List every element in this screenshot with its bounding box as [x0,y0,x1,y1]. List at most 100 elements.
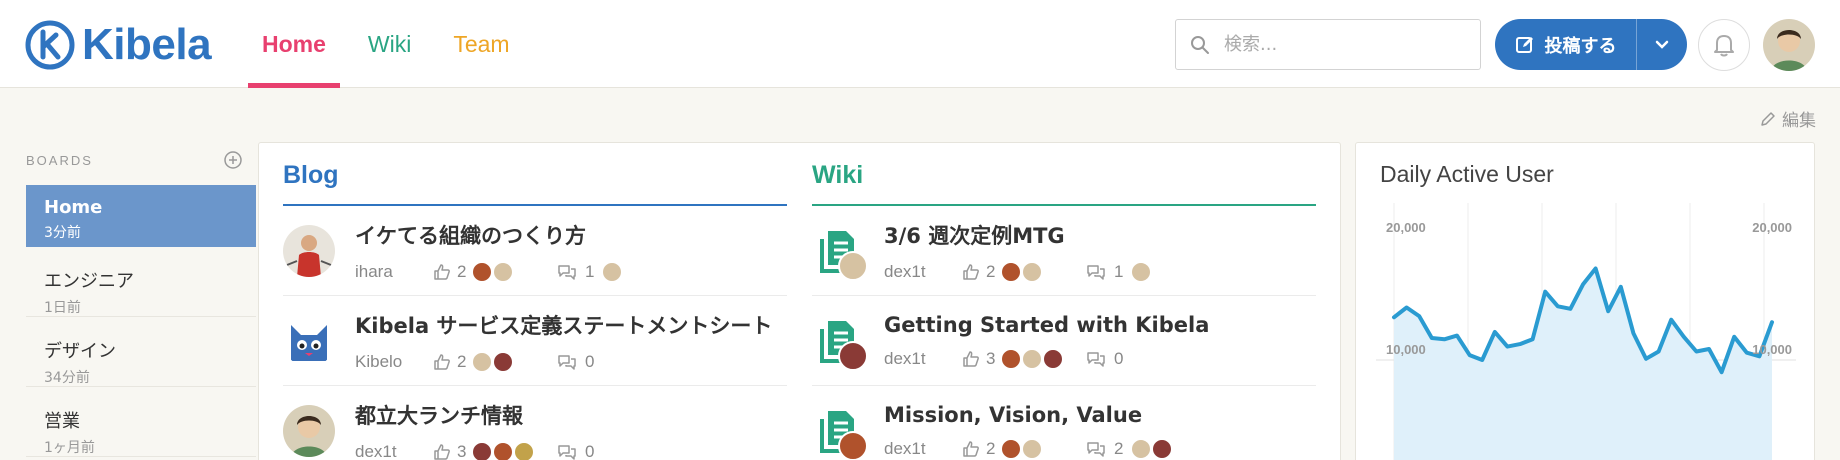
liker-avatar[interactable] [514,441,535,460]
comment-count: 2 [1114,438,1124,458]
post-button-label: 投稿する [1544,35,1617,57]
likes[interactable]: 2 [962,438,1086,459]
comments[interactable]: 2 [1086,438,1173,459]
board-name: デザイン [44,341,116,362]
author-avatar-image [283,404,335,457]
entry-meta: Kibelo 2 0 [355,351,772,372]
author-avatar[interactable] [838,340,868,371]
comment-count: 0 [585,441,595,460]
comments[interactable]: 1 [1086,261,1152,282]
wiki-heading[interactable]: Wiki [812,161,1316,206]
kibela-logo[interactable]: Kibela [24,18,212,72]
liker-avatar[interactable] [472,261,493,282]
comments-icon [1087,441,1105,457]
author-avatar-image [283,224,335,277]
entry-author[interactable]: dex1t [884,349,962,369]
entry-title[interactable]: Mission, Vision, Value [884,403,1173,427]
entry-title[interactable]: Getting Started with Kibela [884,313,1209,337]
comments[interactable]: 0 [557,442,602,460]
likes[interactable]: 2 [962,261,1086,282]
main-nav: Home Wiki Team [248,0,538,88]
comments[interactable]: 0 [1086,349,1131,369]
liker-avatar[interactable] [493,261,514,282]
board-time: 1ヶ月前 [44,440,95,456]
liker-avatar[interactable] [1022,438,1043,459]
liker-avatar[interactable] [1001,348,1022,369]
notifications-button[interactable] [1698,19,1750,71]
liker-avatar[interactable] [1001,261,1022,282]
entry-title[interactable]: 3/6 週次定例MTG [884,220,1152,250]
tab-home[interactable]: Home [248,0,340,88]
post-button[interactable]: 投稿する [1495,19,1637,70]
sidebar-item-engineer[interactable]: エンジニア 1日前 [26,255,256,317]
author-avatar[interactable] [838,250,868,281]
search-input[interactable] [1224,34,1454,55]
liker-avatar[interactable] [493,351,514,372]
search-box[interactable] [1175,19,1481,70]
board-name: Home [44,197,103,218]
wiki-page-icon [812,225,868,281]
blog-heading[interactable]: Blog [283,161,787,206]
commenter-avatar[interactable] [1152,438,1173,459]
y-tick-label-right: 20,000 [1752,220,1792,235]
entry-author[interactable]: dex1t [355,442,433,460]
comments-icon [558,354,576,370]
commenter-avatar[interactable] [602,261,623,282]
search-icon [1191,35,1209,54]
user-avatar[interactable] [1763,19,1815,71]
liker-avatar[interactable] [1043,348,1064,369]
entry-author[interactable]: ihara [355,262,433,282]
wiki-page-icon [812,405,868,460]
liker-avatar[interactable] [493,441,514,460]
boards-heading: BOARDS [26,152,93,168]
comments[interactable]: 1 [557,261,623,282]
add-board-icon[interactable] [224,151,242,169]
commenter-avatar[interactable] [1131,261,1152,282]
app-header: Kibela Home Wiki Team 投稿する [0,0,1840,88]
dau-chart: 20,000 10,000 20,000 10,000 [1376,203,1796,460]
entry-title[interactable]: イケてる組織のつくり方 [355,220,623,250]
comments-icon [1087,351,1105,367]
boards-sidebar: BOARDS Home 3分前 エンジニア 1日前 デザイン 34分前 営業 1… [26,145,256,457]
author-avatar[interactable] [283,224,335,277]
logo-text: Kibela [82,20,212,69]
comments-icon [1087,264,1105,280]
likes[interactable]: 2 [433,261,557,282]
likes[interactable]: 2 [433,351,557,372]
board-name: エンジニア [44,271,134,292]
sidebar-item-design[interactable]: デザイン 34分前 [26,325,256,387]
board-time: 3分前 [44,225,81,241]
entry-body: 3/6 週次定例MTG dex1t 2 1 [884,220,1152,282]
list-item: 都立大ランチ情報 dex1t 3 0 [283,386,787,460]
commenter-avatar[interactable] [1131,438,1152,459]
entry-title[interactable]: Kibela サービス定義ステートメントシート [355,310,772,340]
author-avatar[interactable] [838,430,868,460]
sidebar-item-home[interactable]: Home 3分前 [26,185,256,247]
entry-body: Getting Started with Kibela dex1t 3 0 [884,313,1209,369]
edit-link[interactable]: 編集 [1760,106,1816,131]
entry-author[interactable]: Kibelo [355,352,433,372]
liker-avatar[interactable] [1022,348,1043,369]
sidebar-item-sales[interactable]: 営業 1ヶ月前 [26,395,256,457]
liker-avatar[interactable] [472,441,493,460]
author-avatar[interactable] [283,314,335,367]
tab-team[interactable]: Team [439,0,523,88]
list-item: Kibela サービス定義ステートメントシート Kibelo 2 0 [283,296,787,386]
post-dropdown-button[interactable] [1637,19,1687,70]
comments[interactable]: 0 [557,352,602,372]
liker-avatar[interactable] [1001,438,1022,459]
likes[interactable]: 3 [962,348,1086,369]
board-name: 営業 [44,411,80,432]
liker-avatar[interactable] [1022,261,1043,282]
likes[interactable]: 3 [433,441,557,460]
entry-body: 都立大ランチ情報 dex1t 3 0 [355,400,602,460]
entry-title[interactable]: 都立大ランチ情報 [355,400,602,430]
entry-meta: dex1t 2 1 [884,261,1152,282]
author-avatar[interactable] [283,404,335,457]
liker-avatar[interactable] [472,351,493,372]
entry-author[interactable]: dex1t [884,262,962,282]
entry-author[interactable]: dex1t [884,439,962,459]
like-count: 2 [986,261,996,281]
like-count: 3 [457,441,467,460]
tab-wiki[interactable]: Wiki [354,0,425,88]
